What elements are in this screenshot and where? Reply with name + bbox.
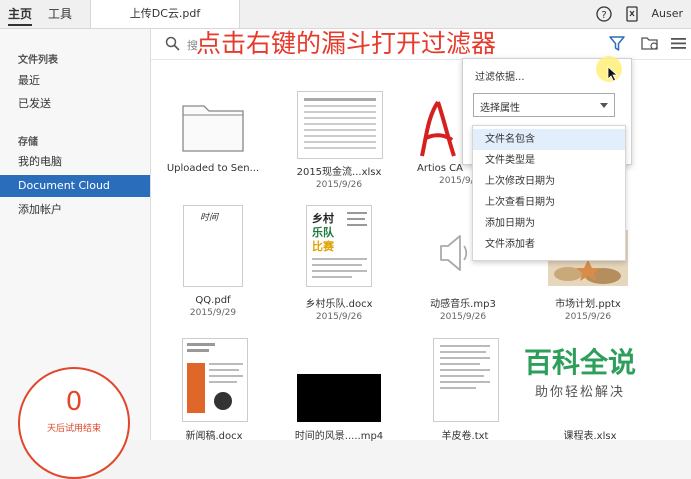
file-item[interactable]: Uploaded to Sen... [153, 163, 273, 174]
option-last-modified[interactable]: 上次修改日期为 [473, 171, 625, 192]
qq-pdf-thumbnail[interactable]: 时间 [183, 205, 243, 287]
file-date: 2015/9/26 [315, 312, 363, 322]
chevron-down-icon [600, 103, 608, 108]
menu-icon[interactable] [671, 37, 686, 50]
text-file-thumbnail[interactable] [433, 338, 499, 422]
file-date: 2015/9/26 [315, 180, 363, 190]
filter-title: 过滤依据... [475, 72, 525, 83]
file-item[interactable]: 动感音乐.mp3 2015/9/26 [403, 295, 523, 322]
file-item[interactable]: 2015现金流...xlsx 2015/9/26 [279, 163, 399, 190]
section-storage: 存储 [18, 137, 38, 148]
file-name: 2015现金流...xlsx [296, 167, 382, 178]
file-item[interactable]: 乡村乐队.docx 2015/9/26 [279, 295, 399, 322]
watermark: 百科全说 助你轻松解决 [500, 345, 660, 415]
file-date: 2015/9/26 [439, 312, 487, 322]
qq-thumbnail-text: 时间 [200, 213, 219, 223]
add-folder-icon[interactable] [641, 36, 659, 51]
file-date: 2015/9/29 [189, 308, 237, 318]
option-added-by[interactable]: 文件添加者 [473, 234, 625, 255]
file-name: 市场计划.pptx [555, 299, 621, 310]
option-last-viewed[interactable]: 上次查看日期为 [473, 192, 625, 213]
pdf-icon[interactable] [418, 98, 458, 160]
trial-days: 0 [65, 387, 83, 417]
svg-text:?: ? [601, 10, 606, 21]
spreadsheet-thumbnail[interactable] [297, 91, 383, 159]
instruction-annotation: 点击右键的漏斗打开过滤器 [196, 29, 497, 58]
file-item[interactable]: QQ.pdf 2015/9/29 [153, 295, 273, 318]
band-doc-thumbnail[interactable]: 乡村 乐队 比赛 [306, 205, 372, 287]
file-item[interactable]: Artios CA 2015/9/ [417, 163, 477, 186]
option-date-added[interactable]: 添加日期为 [473, 213, 625, 234]
filter-funnel-icon[interactable] [609, 35, 625, 52]
folder-icon[interactable] [182, 100, 244, 152]
file-date: 2015/9/ [439, 176, 474, 186]
file-name: 动感音乐.mp3 [430, 299, 496, 310]
sidebar-item-document-cloud[interactable]: Document Cloud [0, 175, 150, 197]
file-date: 2015/9/26 [564, 312, 612, 322]
tab-home[interactable]: 主页 [8, 0, 33, 28]
option-file-type[interactable]: 文件类型是 [473, 150, 625, 171]
search-icon[interactable] [165, 36, 180, 51]
user-name[interactable]: Auser [651, 0, 683, 28]
sidebar-item-sent[interactable]: 已发送 [0, 93, 150, 115]
sidebar-item-recent[interactable]: 最近 [0, 70, 150, 92]
tab-tools[interactable]: 工具 [48, 0, 72, 28]
file-item[interactable]: 市场计划.pptx 2015/9/26 [528, 295, 648, 322]
file-name: Uploaded to Sen... [166, 163, 260, 174]
watermark-title: 百科全说 [523, 346, 636, 379]
speaker-icon[interactable] [438, 232, 470, 274]
section-files: 文件列表 [18, 55, 58, 66]
mouse-cursor-icon [607, 66, 619, 82]
sidebar-item-add-account[interactable]: 添加帐户 [0, 199, 150, 221]
trial-badge[interactable]: 0 天后试用结束 [18, 367, 130, 479]
attribute-options-list: 文件名包含 文件类型是 上次修改日期为 上次查看日期为 添加日期为 文件添加者 [472, 125, 626, 261]
watermark-subtitle: 助你轻松解决 [534, 385, 625, 400]
file-name: 乡村乐队.docx [305, 299, 373, 310]
news-doc-thumbnail[interactable] [182, 338, 248, 422]
attribute-select-value: 选择属性 [480, 103, 520, 114]
file-name: QQ.pdf [195, 295, 231, 306]
video-thumbnail[interactable] [297, 374, 381, 422]
help-icon[interactable]: ? [596, 6, 612, 22]
sidebar-item-my-computer[interactable]: 我的电脑 [0, 151, 150, 173]
trial-label: 天后试用结束 [46, 424, 101, 434]
mobile-icon[interactable] [624, 6, 640, 22]
attribute-select[interactable]: 选择属性 [473, 93, 615, 117]
option-filename-contains[interactable]: 文件名包含 [473, 129, 625, 150]
sidebar: 文件列表 最近 已发送 存储 我的电脑 Document Cloud 添加帐户 … [0, 29, 151, 479]
